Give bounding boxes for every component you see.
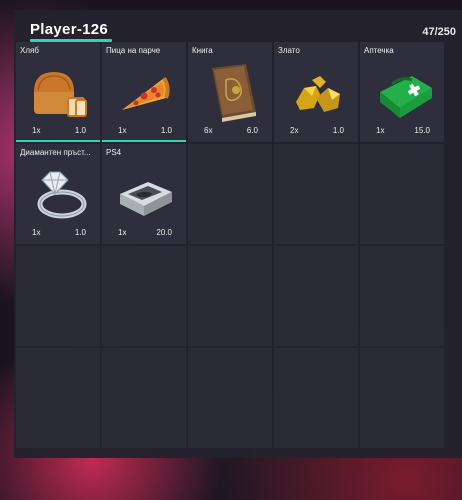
item-quantity: 2x: [290, 126, 299, 135]
gold-nugget-icon: [296, 76, 340, 112]
item-name: Пица на парче: [106, 46, 161, 55]
bread-icon: [34, 72, 87, 117]
hotbar-indicator: [102, 140, 186, 142]
inventory-slot-empty[interactable]: [360, 144, 444, 244]
diamond-ring-icon: [37, 171, 87, 219]
item-quantity: 6x: [204, 126, 213, 135]
inventory-header: Player-126 47/250: [14, 10, 462, 42]
inventory-slot-empty[interactable]: [188, 348, 272, 448]
game-console-icon: [120, 182, 172, 216]
inventory-slot-empty[interactable]: [188, 246, 272, 346]
inventory-slot-empty[interactable]: [360, 348, 444, 448]
inventory-slot-empty[interactable]: [274, 144, 358, 244]
item-quantity: 1x: [118, 228, 127, 237]
inventory-slot-empty[interactable]: [360, 246, 444, 346]
item-weight: 20.0: [156, 228, 172, 237]
item-quantity: 1x: [32, 228, 41, 237]
book-icon: [212, 64, 256, 122]
item-name: Хляб: [20, 46, 39, 55]
inventory-slot-pizza[interactable]: Пица на парче 1x 1.0: [102, 42, 186, 142]
item-weight: 6.0: [246, 126, 258, 135]
item-weight: 15.0: [414, 126, 430, 135]
inventory-slot-first-aid[interactable]: Аптечка 1x 15.0: [360, 42, 444, 142]
item-name: Аптечка: [364, 46, 394, 55]
item-name: Злато: [278, 46, 300, 55]
first-aid-kit-icon: [380, 76, 432, 118]
hotbar-indicator: [16, 140, 100, 142]
inventory-slot-empty[interactable]: [102, 348, 186, 448]
item-name: Диамантен пръст...: [20, 148, 91, 157]
inventory-slot-ps4[interactable]: PS4 1x 20.0: [102, 144, 186, 244]
item-weight: 1.0: [160, 126, 172, 135]
inventory-slot-empty[interactable]: [274, 246, 358, 346]
inventory-slot-empty[interactable]: [102, 246, 186, 346]
item-weight: 1.0: [332, 126, 344, 135]
inventory-slot-empty[interactable]: [16, 246, 100, 346]
inventory-slot-bread[interactable]: Хляб 1x 1.0: [16, 42, 100, 142]
inventory-panel: Player-126 47/250 Хляб 1x 1.0 Пица на па…: [14, 10, 462, 458]
item-quantity: 1x: [118, 126, 127, 135]
item-name: PS4: [106, 148, 122, 157]
inventory-slot-empty[interactable]: [274, 348, 358, 448]
player-name: Player-126: [30, 21, 109, 38]
inventory-slot-diamond-ring[interactable]: Диамантен пръст... 1x 1.0: [16, 144, 100, 244]
item-weight: 1.0: [74, 126, 86, 135]
inventory-slot-book[interactable]: Книга 6x 6.0: [188, 42, 272, 142]
inventory-slot-gold[interactable]: Злато 2x 1.0: [274, 42, 358, 142]
inventory-grid: Хляб 1x 1.0 Пица на парче 1x 1.0 Книга 6…: [16, 42, 444, 448]
item-weight: 1.0: [74, 228, 86, 237]
pizza-slice-icon: [122, 76, 170, 110]
inventory-weight: 47/250: [422, 26, 456, 38]
item-quantity: 1x: [32, 126, 41, 135]
item-name: Книга: [192, 46, 213, 55]
item-quantity: 1x: [376, 126, 385, 135]
inventory-slot-empty[interactable]: [188, 144, 272, 244]
inventory-slot-empty[interactable]: [16, 348, 100, 448]
